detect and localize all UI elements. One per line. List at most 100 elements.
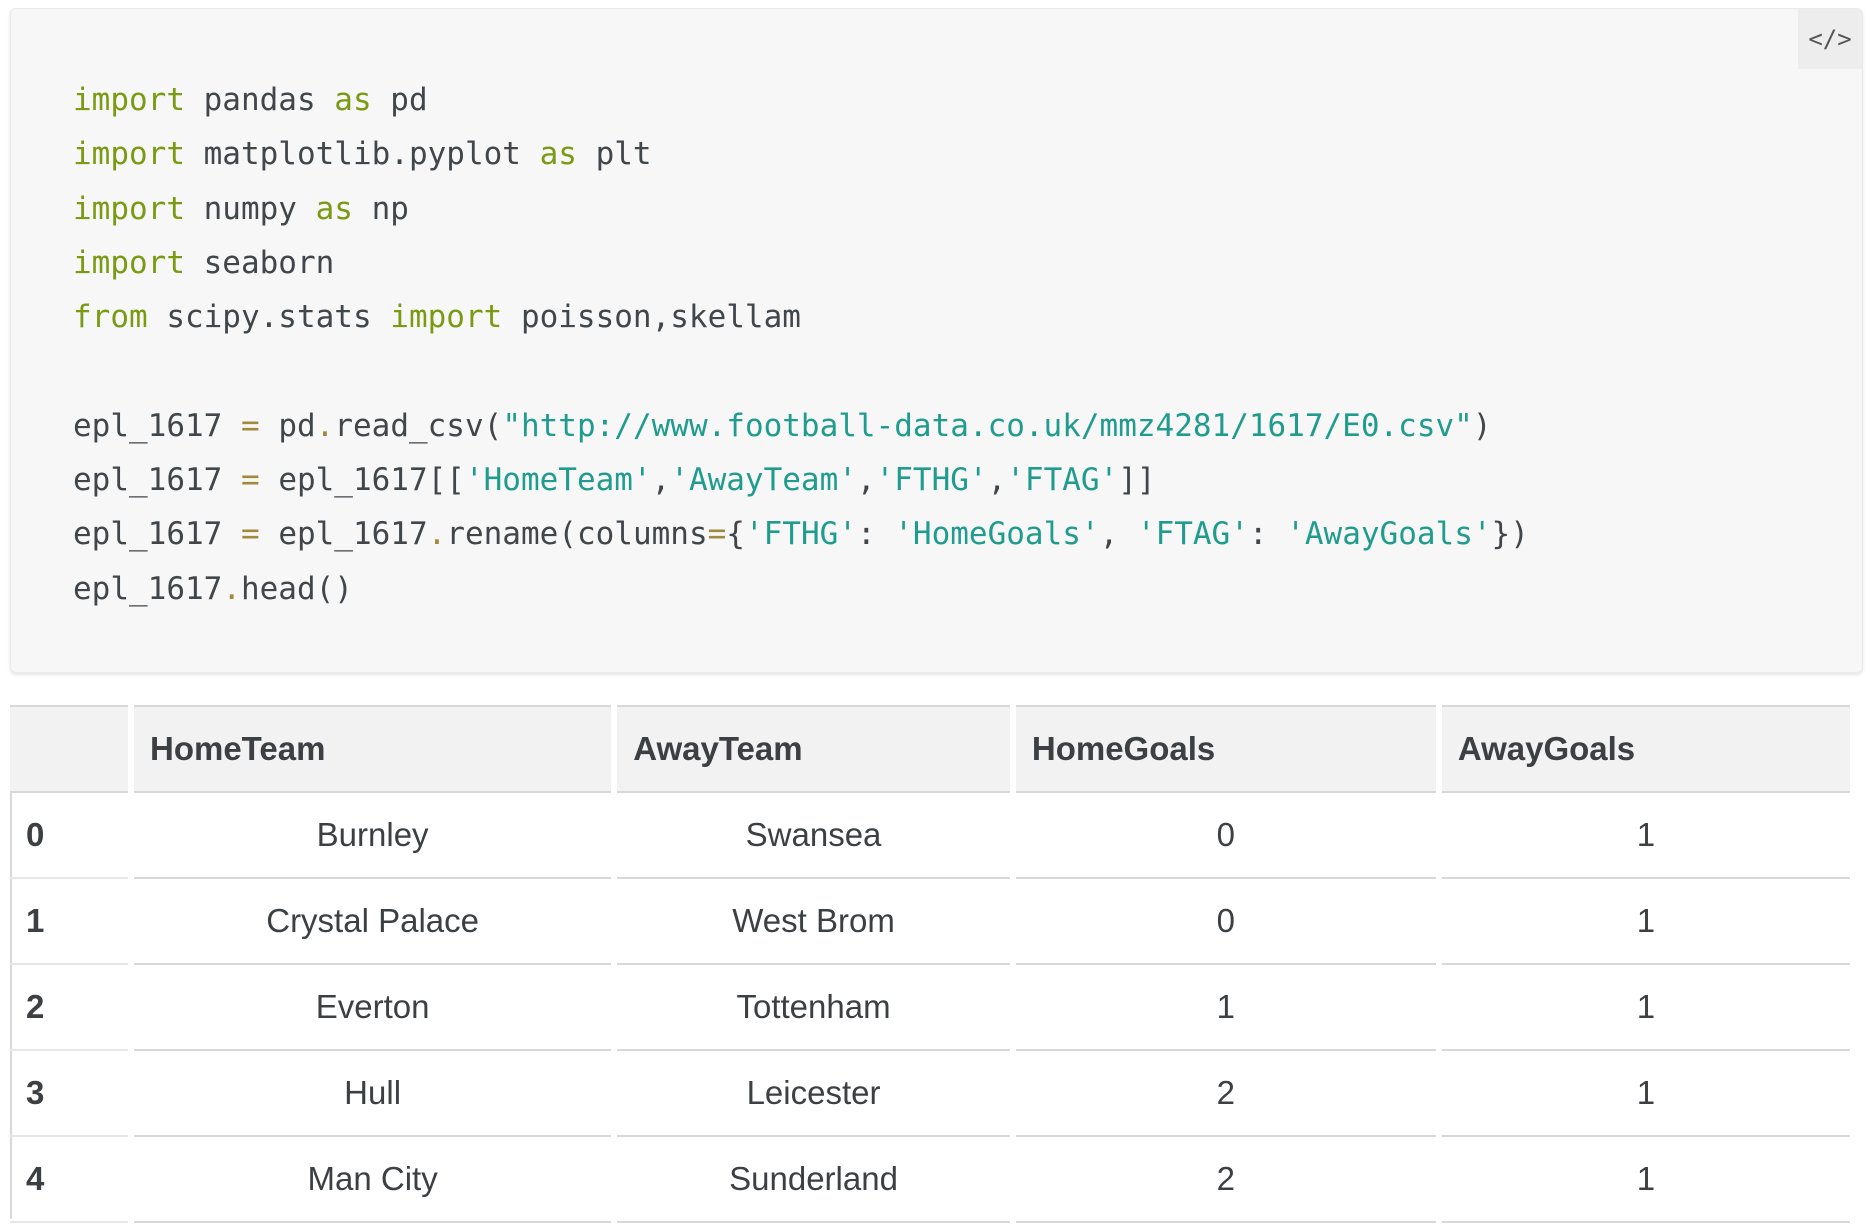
- table-row: 3 Hull Leicester 2 1: [10, 1051, 1850, 1137]
- table-cell: Crystal Palace: [134, 879, 612, 965]
- code-text: }): [1491, 516, 1529, 553]
- code-text: numpy: [184, 190, 316, 227]
- code-operator: =: [240, 462, 260, 499]
- code-operator: =: [707, 516, 727, 553]
- column-header-hometeam: HomeTeam: [134, 705, 612, 793]
- table-cell: Everton: [134, 965, 612, 1051]
- code-toggle-icon[interactable]: </>: [1798, 9, 1862, 69]
- code-keyword: import: [73, 244, 185, 281]
- table-header-row: HomeTeam AwayTeam HomeGoals AwayGoals: [10, 705, 1850, 793]
- table-cell: 2: [1015, 1137, 1436, 1223]
- code-content: import pandas as pd import matplotlib.pyp…: [73, 73, 1529, 616]
- code-text: read_csv(: [334, 407, 503, 444]
- code-keyword: import: [73, 82, 185, 118]
- code-string: 'HomeTeam': [464, 462, 652, 499]
- table-cell: 1: [1015, 965, 1436, 1051]
- code-text: rename(columns: [446, 516, 708, 553]
- code-text: :: [1248, 516, 1287, 553]
- column-header-homegoals: HomeGoals: [1015, 705, 1436, 793]
- table-cell: Leicester: [617, 1051, 1010, 1137]
- table-row: 4 Man City Sunderland 2 1: [10, 1137, 1850, 1223]
- code-text: ,: [1099, 516, 1137, 553]
- row-index: 1: [10, 879, 128, 965]
- table-cell: Tottenham: [617, 965, 1010, 1051]
- code-string: 'HomeGoals': [894, 516, 1100, 553]
- code-text: epl_1617: [73, 570, 223, 607]
- code-keyword: import: [73, 190, 185, 227]
- code-line: from scipy.stats import poisson,skellam: [73, 290, 1529, 344]
- code-operator: .: [427, 516, 447, 553]
- table-cell: 0: [1015, 793, 1436, 879]
- code-text: ,: [651, 462, 671, 499]
- column-header-awaygoals: AwayGoals: [1441, 705, 1850, 793]
- code-line: import pandas as pd: [73, 73, 1529, 127]
- code-line: import seaborn: [73, 236, 1529, 290]
- code-line: import numpy as np: [73, 182, 1529, 236]
- row-index: 4: [10, 1137, 128, 1223]
- row-index: 3: [10, 1051, 128, 1137]
- code-text: pd: [259, 407, 316, 444]
- code-keyword: as: [539, 136, 577, 173]
- code-string: 'FTHG': [875, 462, 988, 499]
- code-text: ): [1472, 407, 1492, 444]
- code-text: epl_1617: [259, 516, 428, 553]
- code-operator: =: [240, 516, 260, 553]
- index-header: [10, 705, 128, 793]
- table-cell: West Brom: [617, 879, 1010, 965]
- table-cell: 1: [1441, 793, 1850, 879]
- table-cell: 2: [1015, 1051, 1436, 1137]
- code-text: :: [856, 516, 895, 553]
- code-keyword: as: [315, 190, 353, 227]
- code-string: 'FTAG': [1006, 462, 1119, 499]
- table-cell: 1: [1441, 879, 1850, 965]
- code-text: {: [726, 516, 745, 553]
- code-text: epl_1617: [73, 407, 241, 444]
- code-string: 'FTHG': [744, 516, 857, 553]
- code-line: import matplotlib.pyplot as plt: [73, 127, 1529, 181]
- code-keyword: as: [334, 82, 372, 118]
- column-header-awayteam: AwayTeam: [617, 705, 1010, 793]
- code-text: plt: [576, 136, 652, 173]
- code-string: 'FTAG': [1136, 516, 1249, 553]
- code-keyword: import: [73, 136, 185, 173]
- code-text: np: [352, 190, 409, 227]
- code-text: ,: [987, 462, 1007, 499]
- code-line: epl_1617 = pd.read_csv("http://www.footb…: [73, 399, 1529, 453]
- table-cell: 1: [1441, 1137, 1850, 1223]
- code-text: epl_1617: [73, 516, 241, 553]
- dataframe-output-table: HomeTeam AwayTeam HomeGoals AwayGoals 0 Burn…: [4, 705, 1856, 1223]
- table-row: 2 Everton Tottenham 1 1: [10, 965, 1850, 1051]
- code-keyword: import: [390, 299, 503, 336]
- table-cell: Swansea: [617, 793, 1010, 879]
- code-text: ,: [856, 462, 876, 499]
- code-text: head(): [240, 570, 353, 607]
- table-cell: Man City: [134, 1137, 612, 1223]
- code-line: epl_1617 = epl_1617[['HomeTeam','AwayTea…: [73, 453, 1529, 507]
- code-string: 'AwayTeam': [670, 462, 857, 499]
- code-string: "http://www.football-data.co.uk/mmz4281/…: [502, 407, 1473, 444]
- row-index: 2: [10, 965, 128, 1051]
- table-row: 0 Burnley Swansea 0 1: [10, 793, 1850, 879]
- code-text: pd: [371, 82, 428, 118]
- table-cell: Hull: [134, 1051, 612, 1137]
- code-cell: </> import pandas as pd import matplotlib…: [10, 8, 1863, 673]
- table-cell: Burnley: [134, 793, 612, 879]
- table-row: 1 Crystal Palace West Brom 0 1: [10, 879, 1850, 965]
- code-line: epl_1617.head(): [73, 562, 1529, 616]
- table-cell: 0: [1015, 879, 1436, 965]
- table-cell: 1: [1441, 1051, 1850, 1137]
- code-line: epl_1617 = epl_1617.rename(columns={'FTH…: [73, 507, 1529, 561]
- code-operator: =: [240, 407, 260, 444]
- code-text: ]]: [1118, 462, 1156, 499]
- code-string: 'AwayGoals': [1286, 516, 1492, 553]
- row-index: 0: [10, 793, 128, 879]
- code-text: seaborn: [184, 244, 335, 281]
- code-operator: .: [315, 407, 335, 444]
- code-text: scipy.stats: [147, 299, 391, 336]
- code-text: epl_1617: [73, 462, 241, 499]
- code-text: matplotlib.pyplot: [184, 136, 540, 173]
- code-text: epl_1617[[: [259, 462, 465, 499]
- code-operator: .: [222, 570, 241, 607]
- table-cell: 1: [1441, 965, 1850, 1051]
